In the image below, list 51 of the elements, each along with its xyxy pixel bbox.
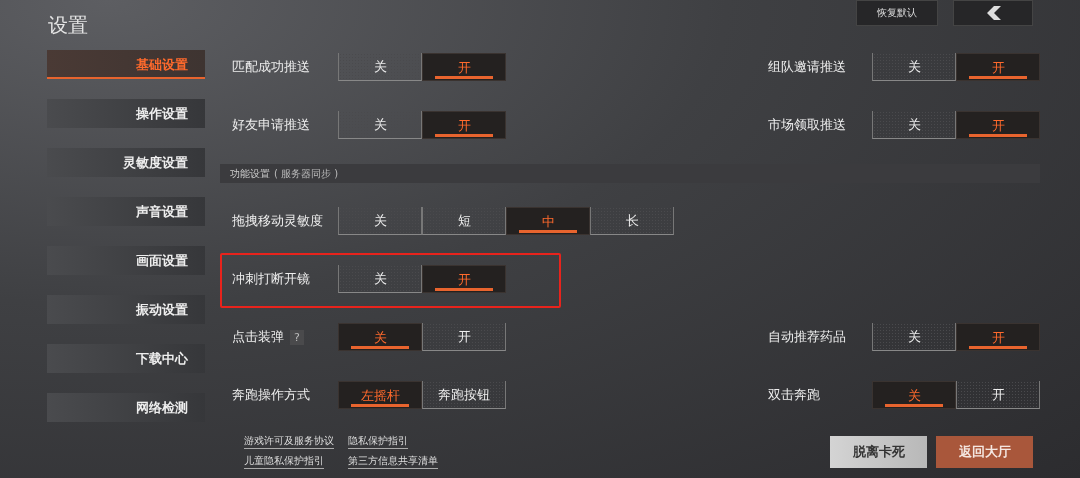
toggle-option[interactable]: 开 <box>422 111 506 139</box>
sidebar-tab[interactable]: 画面设置 <box>47 246 205 275</box>
toggle-option[interactable]: 关 <box>338 265 422 293</box>
toggle-option[interactable]: 开 <box>956 53 1040 81</box>
unstuck-button[interactable]: 脱离卡死 <box>830 435 927 468</box>
toggle-option[interactable]: 开 <box>956 111 1040 139</box>
toggle-option[interactable]: 关 <box>338 53 422 81</box>
toggle-option[interactable]: 左摇杆 <box>338 381 422 409</box>
policy-link[interactable]: 第三方信息共享清单 <box>348 454 438 469</box>
policy-link[interactable]: 隐私保护指引 <box>348 434 408 449</box>
setting-label: 奔跑操作方式 <box>232 386 310 404</box>
toggle-option[interactable]: 中 <box>506 207 590 235</box>
toggle-option[interactable]: 关 <box>872 381 956 409</box>
setting-label: 拖拽移动灵敏度 <box>232 212 323 230</box>
help-icon[interactable]: ? <box>290 329 304 345</box>
setting-label: 好友申请推送 <box>232 116 310 134</box>
toggle-option[interactable]: 关 <box>872 323 956 351</box>
toggle-option[interactable]: 开 <box>422 53 506 81</box>
section-note: ( 服务器同步 ) <box>274 166 339 181</box>
setting-label: 自动推荐药品 <box>768 328 846 346</box>
toggle-option[interactable]: 开 <box>422 323 506 351</box>
toggle-option[interactable]: 奔跑按钮 <box>422 381 506 409</box>
toggle-option[interactable]: 关 <box>338 111 422 139</box>
setting-label: 点击装弹 <box>232 328 284 346</box>
sidebar-tab[interactable]: 操作设置 <box>47 99 205 128</box>
toggle-option[interactable]: 开 <box>956 381 1040 409</box>
toggle-option[interactable]: 关 <box>338 207 422 235</box>
setting-label: 组队邀请推送 <box>768 58 846 76</box>
sidebar-tab[interactable]: 基础设置 <box>47 50 205 79</box>
restore-defaults-button[interactable]: 恢复默认 <box>856 0 938 26</box>
toggle-option[interactable]: 开 <box>956 323 1040 351</box>
page-title: 设置 <box>48 12 89 39</box>
policy-link[interactable]: 游戏许可及服务协议 <box>244 434 334 449</box>
sidebar-tab[interactable]: 下载中心 <box>47 344 205 373</box>
policy-link[interactable]: 儿童隐私保护指引 <box>244 454 324 469</box>
sidebar-tab[interactable]: 振动设置 <box>47 295 205 324</box>
toggle-option[interactable]: 关 <box>338 323 422 351</box>
toggle-option[interactable]: 关 <box>872 53 956 81</box>
setting-label: 市场领取推送 <box>768 116 846 134</box>
sidebar-tab[interactable]: 灵敏度设置 <box>47 148 205 177</box>
setting-label: 冲刺打断开镜 <box>232 270 310 288</box>
toggle-option[interactable]: 开 <box>422 265 506 293</box>
setting-label: 匹配成功推送 <box>232 58 310 76</box>
sidebar-tab[interactable]: 网络检测 <box>47 393 205 422</box>
return-lobby-button[interactable]: 返回大厅 <box>936 435 1033 468</box>
toggle-option[interactable]: 短 <box>422 207 506 235</box>
toggle-option[interactable]: 关 <box>872 111 956 139</box>
section-title: 功能设置 <box>230 166 270 181</box>
back-button[interactable] <box>953 0 1033 26</box>
setting-label: 双击奔跑 <box>768 386 820 404</box>
toggle-option[interactable]: 长 <box>590 207 674 235</box>
